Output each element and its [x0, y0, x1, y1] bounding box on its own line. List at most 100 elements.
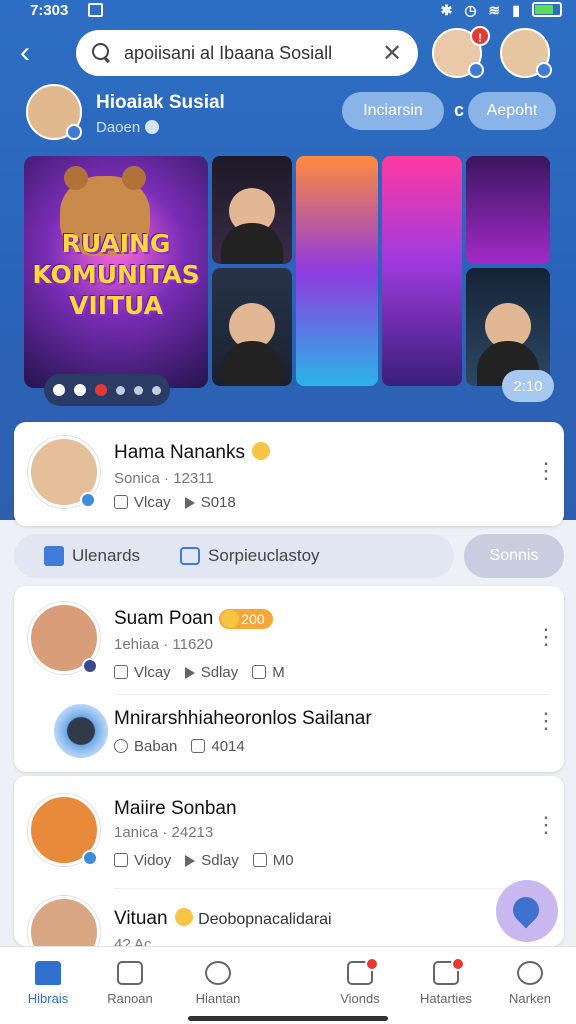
banner-tile[interactable] — [212, 268, 292, 386]
carousel-dot — [74, 384, 86, 396]
like-action[interactable]: 4014 — [191, 738, 245, 755]
item-meta: 1ehiaa · 11620 — [114, 636, 213, 653]
play-action[interactable]: Sdlay — [185, 852, 239, 869]
banner-title-line2: KOMUNITAS — [32, 260, 200, 289]
item-actions: Vidoy Sdlay M0 — [114, 852, 294, 869]
item-name: Hama Nananks — [114, 442, 271, 464]
play-action[interactable]: Sdlay — [184, 664, 238, 681]
banner-title-line1: RUAING — [61, 229, 171, 258]
like-label: 4014 — [211, 738, 245, 755]
search-bar[interactable]: ✕ — [76, 30, 418, 76]
verified-badge — [82, 658, 98, 674]
filter-tab-right[interactable]: Sonnis — [464, 534, 564, 578]
profile-subtitle: Daoen — [96, 119, 141, 136]
feed-card[interactable]: Maiire Sonban 1anica · 24213 Vidoy Sdlay… — [14, 776, 564, 968]
play-icon — [185, 855, 196, 867]
carousel-indicator[interactable] — [44, 374, 170, 406]
verified-badge — [82, 850, 98, 866]
filter-tab-middle[interactable]: Sorpieuclastoy — [180, 546, 320, 566]
profile-name: Hioaiak Susial — [96, 92, 225, 113]
media-thumbnail-icon[interactable] — [54, 704, 108, 758]
nav-item-home[interactable]: Hibrais — [8, 957, 88, 1006]
feed-card[interactable]: Hama Nananks Sonica · 12311 Vlcay S018 — [14, 422, 564, 526]
smile-emoji-icon — [174, 908, 193, 926]
nav-label: Hibrais — [27, 991, 69, 1006]
banner-tile[interactable] — [212, 156, 292, 264]
nav-item-videos[interactable]: Vionds — [320, 957, 400, 1006]
nav-label: Ranoan — [107, 991, 153, 1006]
banner-hero[interactable]: RUAING KOMUNITAS VIITUA — [24, 156, 208, 388]
banner-title-line3: VIITUA — [69, 291, 163, 320]
play-icon — [184, 497, 195, 509]
nav-item-calendar[interactable]: Hatarties — [406, 957, 486, 1006]
nav-label: Hiantan — [195, 991, 241, 1006]
info-icon — [145, 120, 159, 134]
share-label: M0 — [272, 852, 294, 869]
more-icon[interactable] — [535, 812, 557, 838]
filter-tab-left-label: Ulenards — [72, 546, 141, 565]
item-actions: Vlcay Sdlay M — [114, 664, 285, 681]
alarm-icon: ◷ — [464, 2, 477, 18]
home-indicator[interactable] — [188, 1016, 388, 1021]
carousel-dot — [53, 384, 65, 396]
banner-tile[interactable] — [296, 156, 378, 386]
like-label: Vlcay — [134, 494, 171, 511]
pill-button-left[interactable]: Inciarsin — [342, 92, 444, 130]
status-bar: 7:303 ✱ ◷ ≋ ▮ — [0, 0, 576, 24]
nav-label: Vionds — [340, 991, 380, 1006]
share-label: M — [272, 664, 285, 681]
item-extra-text: Deobopnacalidarai — [198, 911, 332, 928]
carousel-dot-active — [95, 384, 107, 396]
notification-dot — [451, 957, 465, 971]
filter-tab-left[interactable]: Ulenards — [44, 546, 140, 566]
compass-icon — [205, 961, 231, 985]
banner-title: RUAING KOMUNITAS VIITUA — [30, 228, 202, 321]
like-label: Vlcay — [134, 664, 171, 681]
like-icon — [114, 495, 128, 509]
compose-button[interactable] — [496, 880, 558, 942]
time-action[interactable]: Baban — [114, 738, 177, 755]
status-time: 7:303 — [30, 2, 69, 19]
share-icon — [252, 665, 267, 679]
banner-tile[interactable] — [466, 156, 550, 264]
carousel-dot — [152, 385, 161, 395]
play-icon — [184, 667, 195, 679]
banner-timer: 2:10 — [502, 370, 554, 402]
notification-dot — [365, 957, 379, 971]
thumbs-up-icon — [44, 546, 64, 566]
filter-tab-middle-label: Sorpieuclastoy — [208, 546, 320, 565]
item-meta: 1anica · 24213 — [114, 824, 214, 841]
more-icon[interactable] — [535, 708, 557, 734]
like-action[interactable]: Vidoy — [114, 852, 171, 869]
like-action[interactable]: Vlcay — [114, 664, 171, 681]
more-icon[interactable] — [535, 624, 557, 650]
divider — [114, 888, 548, 889]
banner-tile[interactable] — [466, 268, 550, 386]
search-input[interactable] — [124, 42, 380, 64]
play-label: S018 — [200, 494, 236, 511]
share-action[interactable]: M — [252, 664, 285, 681]
nav-label: Narken — [509, 991, 551, 1006]
item-name: Suam Poan 200 — [114, 608, 273, 630]
person-image — [221, 341, 283, 386]
bottom-nav: Hibrais Ranoan Hiantan Vionds Hatarties … — [0, 946, 576, 1024]
clock-icon — [114, 739, 128, 753]
pill-button-right[interactable]: Aepoht — [468, 92, 556, 130]
play-action[interactable]: S018 — [184, 494, 236, 511]
nav-item-profile[interactable]: Narken — [490, 957, 570, 1006]
more-icon[interactable] — [535, 458, 557, 484]
nav-label: Hatarties — [419, 991, 473, 1006]
clear-icon[interactable]: ✕ — [380, 39, 404, 68]
person-image — [221, 222, 283, 264]
feed-card[interactable]: Suam Poan 200 1ehiaa · 11620 Vlcay Sdlay … — [14, 586, 564, 772]
like-label: Vidoy — [134, 852, 172, 869]
pill-separator: c — [454, 100, 465, 120]
avatar-status-badge — [536, 62, 552, 78]
banner-tile[interactable] — [382, 156, 462, 386]
item-name-text: Vituan — [114, 908, 168, 929]
like-action[interactable]: Vlcay — [114, 494, 171, 511]
back-button[interactable]: ‹ — [20, 36, 48, 70]
nav-item-explore[interactable]: Hiantan — [178, 957, 258, 1006]
nav-item-gallery[interactable]: Ranoan — [90, 957, 170, 1006]
share-action[interactable]: M0 — [252, 852, 294, 869]
